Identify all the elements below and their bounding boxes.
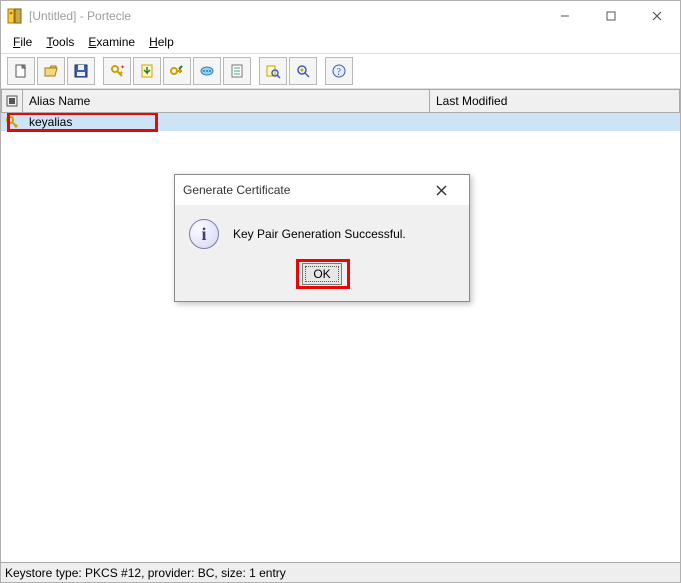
toolbar-help[interactable]: ?	[325, 57, 353, 85]
maximize-button[interactable]	[588, 1, 634, 31]
dialog-button-row: OK	[175, 255, 469, 301]
toolbar: ✦ ?	[1, 53, 680, 89]
table-header: Alias Name Last Modified	[1, 89, 680, 113]
statusbar: Keystore type: PKCS #12, provider: BC, s…	[1, 562, 680, 582]
dialog-close-button[interactable]	[421, 176, 461, 204]
dialog-titlebar: Generate Certificate	[175, 175, 469, 205]
info-icon: i	[189, 219, 219, 249]
app-icon	[7, 8, 23, 24]
toolbar-examine-ssl[interactable]	[289, 57, 317, 85]
dialog-body: i Key Pair Generation Successful.	[175, 205, 469, 255]
svg-text:?: ?	[337, 67, 342, 78]
status-text: Keystore type: PKCS #12, provider: BC, s…	[5, 566, 286, 580]
minimize-button[interactable]	[542, 1, 588, 31]
toolbar-open-keystore[interactable]	[37, 57, 65, 85]
toolbar-generate-keypair[interactable]: ✦	[103, 57, 131, 85]
titlebar: [Untitled] - Portecle	[1, 1, 680, 31]
dialog-message: Key Pair Generation Successful.	[233, 227, 406, 241]
toolbar-save-keystore[interactable]	[67, 57, 95, 85]
close-button[interactable]	[634, 1, 680, 31]
column-header-modified[interactable]: Last Modified	[430, 90, 680, 112]
menu-file[interactable]: File	[7, 33, 38, 51]
toolbar-import-keypair[interactable]	[163, 57, 191, 85]
dialog-title: Generate Certificate	[183, 183, 290, 197]
cell-alias: keyalias	[23, 115, 430, 129]
window-title: [Untitled] - Portecle	[29, 9, 131, 23]
window-controls	[542, 1, 680, 31]
generate-certificate-dialog: Generate Certificate i Key Pair Generati…	[174, 174, 470, 302]
toolbar-keystore-report[interactable]	[223, 57, 251, 85]
keystore-content: keyalias Generate Certificate i Key Pair…	[1, 113, 680, 562]
toolbar-import-trusted[interactable]	[133, 57, 161, 85]
toolbar-examine-cert[interactable]	[259, 57, 287, 85]
ok-button[interactable]: OK	[302, 263, 342, 285]
menubar: File Tools Examine Help	[1, 31, 680, 53]
menu-examine[interactable]: Examine	[82, 33, 141, 51]
table-row[interactable]: keyalias	[1, 113, 680, 131]
toolbar-new-keystore[interactable]	[7, 57, 35, 85]
menu-tools[interactable]: Tools	[40, 33, 80, 51]
keypair-icon	[1, 115, 23, 129]
svg-text:✦: ✦	[120, 64, 125, 71]
column-header-alias[interactable]: Alias Name	[23, 90, 430, 112]
toolbar-set-password[interactable]	[193, 57, 221, 85]
column-header-type-icon[interactable]	[1, 90, 23, 112]
main-window: [Untitled] - Portecle File Tools Examine…	[0, 0, 681, 583]
menu-help[interactable]: Help	[143, 33, 180, 51]
